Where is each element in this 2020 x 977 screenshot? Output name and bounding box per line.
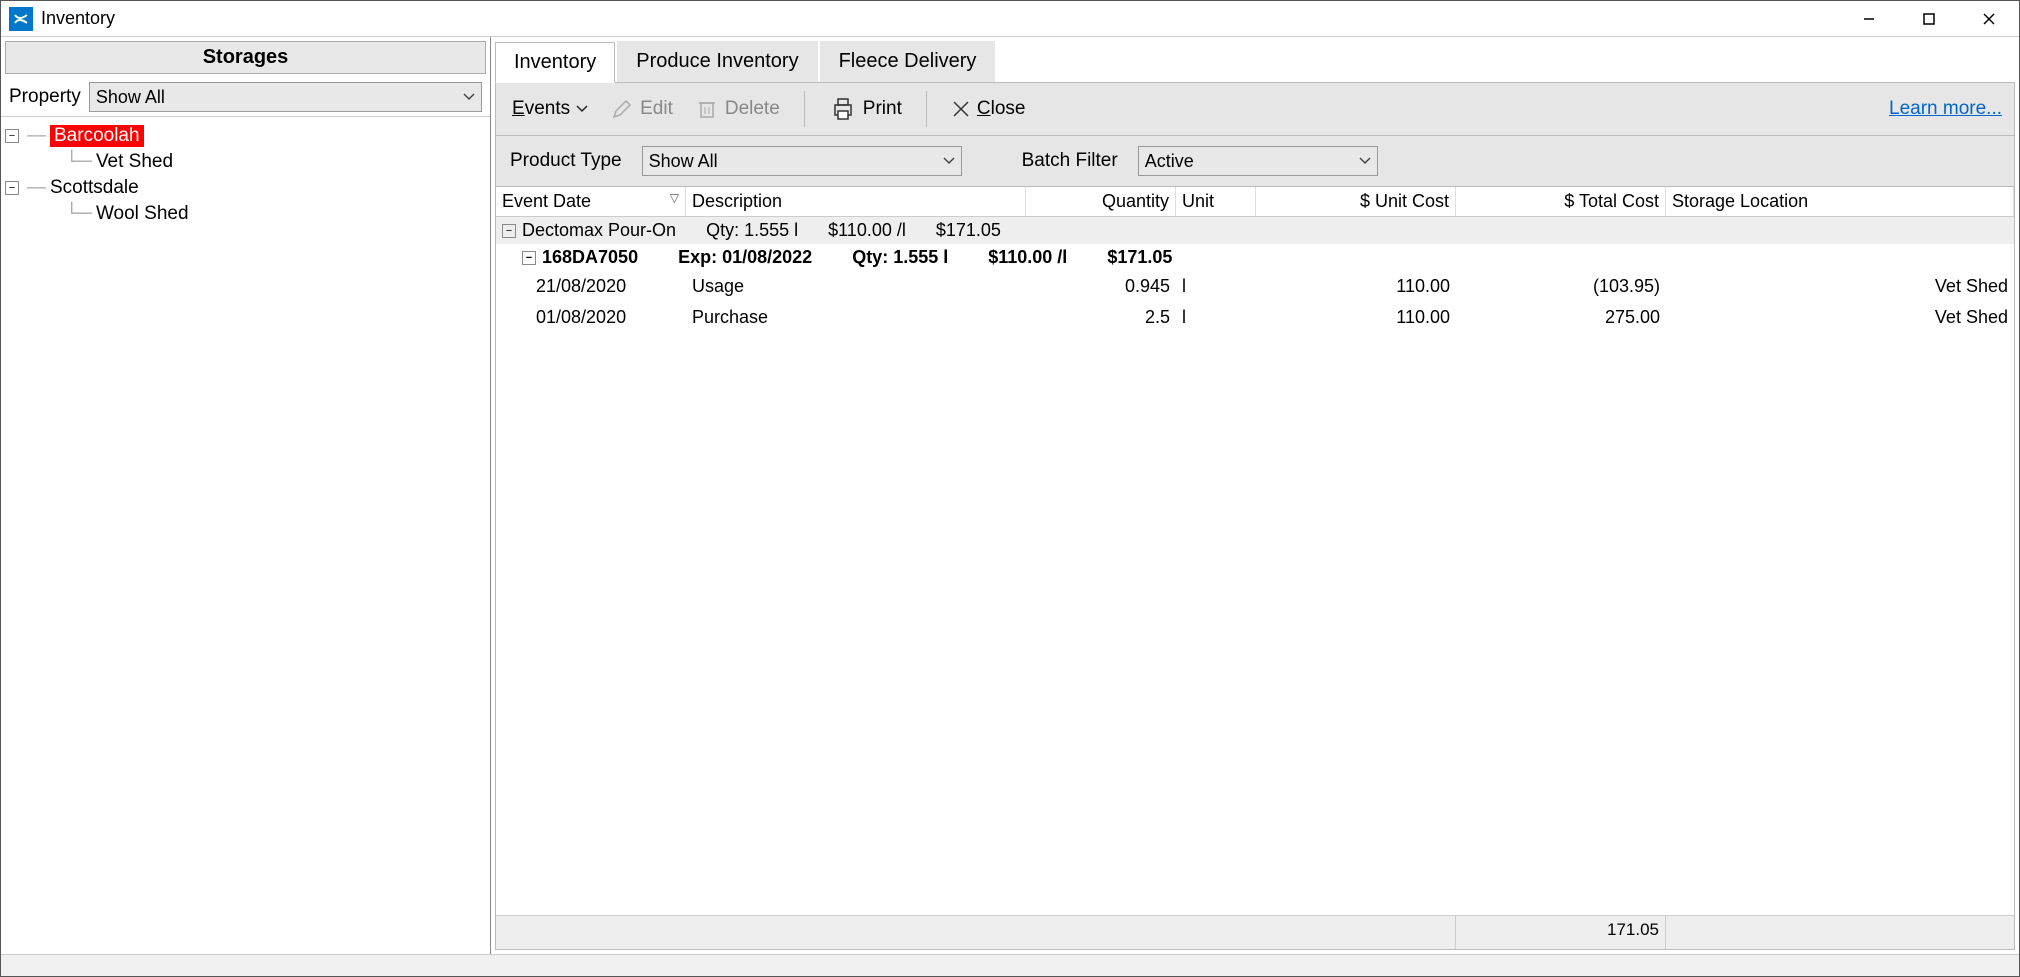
cell-unit: l: [1176, 274, 1256, 299]
chevron-down-icon: [1339, 157, 1371, 165]
printer-icon: [829, 95, 857, 123]
grid-body[interactable]: − Dectomax Pour-On Qty: 1.555 l $110.00 …: [496, 217, 2014, 915]
grid-footer: 171.05: [496, 915, 2014, 949]
events-menu-button[interactable]: Events: [508, 96, 592, 122]
tree-node-wool-shed[interactable]: └─ Wool Shed: [5, 201, 486, 227]
tab-fleece-delivery[interactable]: Fleece Delivery: [820, 41, 996, 82]
table-row[interactable]: 01/08/2020 Purchase 2.5 l 110.00 275.00 …: [496, 302, 2014, 333]
product-total: $171.05: [936, 220, 1001, 241]
tree-collapse-icon[interactable]: −: [5, 129, 19, 143]
delete-button[interactable]: Delete: [691, 95, 784, 123]
batch-qty: Qty: 1.555 l: [852, 247, 948, 268]
storages-tree[interactable]: − — Barcoolah └─ Vet Shed − — Scottsdale…: [1, 116, 490, 954]
window-title: Inventory: [41, 8, 115, 29]
collapse-icon[interactable]: −: [502, 224, 516, 238]
col-unit-cost[interactable]: $ Unit Cost: [1256, 187, 1456, 216]
chevron-down-icon: [576, 105, 588, 113]
minimize-button[interactable]: [1839, 1, 1899, 37]
col-quantity[interactable]: Quantity: [1026, 187, 1176, 216]
title-bar: Inventory: [1, 1, 2019, 37]
batch-code: 168DA7050: [542, 247, 638, 268]
main-panel: Inventory Produce Inventory Fleece Deliv…: [491, 37, 2019, 954]
cell-storage: Vet Shed: [1666, 274, 2014, 299]
cell-desc: Usage: [686, 274, 1026, 299]
cell-total-cost: 275.00: [1456, 305, 1666, 330]
cell-total-cost: (103.95): [1456, 274, 1666, 299]
cell-date: 01/08/2020: [496, 305, 686, 330]
footer-total: 171.05: [1456, 916, 1666, 949]
delete-label: Delete: [725, 98, 780, 120]
app-icon: [9, 7, 33, 31]
chevron-down-icon: [443, 93, 475, 101]
batch-unit-cost: $110.00 /l: [988, 247, 1067, 268]
tree-label: Wool Shed: [96, 203, 189, 225]
property-label: Property: [9, 86, 81, 108]
product-type-value: Show All: [649, 151, 718, 172]
sort-desc-icon: ▽: [670, 191, 679, 205]
cell-desc: Purchase: [686, 305, 1026, 330]
cell-storage: Vet Shed: [1666, 305, 2014, 330]
print-button[interactable]: Print: [825, 93, 906, 125]
property-value: Show All: [96, 87, 165, 108]
close-button[interactable]: [1959, 1, 2019, 37]
close-panel-button[interactable]: Close: [947, 96, 1030, 122]
collapse-icon[interactable]: −: [522, 251, 536, 265]
col-storage-location[interactable]: Storage Location: [1666, 187, 2014, 216]
tree-label: Barcoolah: [50, 125, 144, 147]
tree-node-barcoolah[interactable]: − — Barcoolah: [5, 123, 486, 149]
toolbar: Events Edit Delete: [495, 83, 2015, 136]
cell-unit-cost: 110.00: [1256, 305, 1456, 330]
product-group-row[interactable]: − Dectomax Pour-On Qty: 1.555 l $110.00 …: [496, 217, 2014, 244]
col-total-cost[interactable]: $ Total Cost: [1456, 187, 1666, 216]
inventory-window: Inventory Storages Property Show All: [0, 0, 2020, 977]
filter-row: Product Type Show All Batch Filter Activ…: [495, 136, 2015, 187]
edit-button[interactable]: Edit: [606, 95, 677, 123]
pencil-icon: [610, 97, 634, 121]
product-unit-cost: $110.00 /l: [828, 220, 906, 241]
cell-qty: 0.945: [1026, 274, 1176, 299]
batch-filter-label: Batch Filter: [1022, 150, 1118, 172]
grid-header: Event Date ▽ Description Quantity Unit $…: [496, 187, 2014, 217]
cell-date: 21/08/2020: [496, 274, 686, 299]
batch-filter-value: Active: [1145, 151, 1194, 172]
edit-label: Edit: [640, 98, 673, 120]
product-type-label: Product Type: [510, 150, 622, 172]
batch-total: $171.05: [1107, 247, 1172, 268]
batch-filter-dropdown[interactable]: Active: [1138, 146, 1378, 176]
product-name: Dectomax Pour-On: [522, 220, 676, 241]
tree-collapse-icon[interactable]: −: [5, 181, 19, 195]
close-icon: [951, 99, 971, 119]
property-dropdown[interactable]: Show All: [89, 82, 482, 112]
col-unit[interactable]: Unit: [1176, 187, 1256, 216]
tree-node-scottsdale[interactable]: − — Scottsdale: [5, 175, 486, 201]
status-bar: [1, 954, 2019, 976]
storages-sidebar: Storages Property Show All − — Barcoolah: [1, 37, 491, 954]
sidebar-header: Storages: [5, 41, 486, 74]
cell-qty: 2.5: [1026, 305, 1176, 330]
maximize-button[interactable]: [1899, 1, 1959, 37]
trash-icon: [695, 97, 719, 121]
product-type-dropdown[interactable]: Show All: [642, 146, 962, 176]
batch-exp: Exp: 01/08/2022: [678, 247, 812, 268]
cell-unit: l: [1176, 305, 1256, 330]
col-event-date[interactable]: Event Date ▽: [496, 187, 686, 216]
batch-row[interactable]: − 168DA7050 Exp: 01/08/2022 Qty: 1.555 l…: [496, 244, 2014, 271]
chevron-down-icon: [923, 157, 955, 165]
tree-label: Scottsdale: [50, 177, 139, 199]
product-qty: Qty: 1.555 l: [706, 220, 798, 241]
tabs: Inventory Produce Inventory Fleece Deliv…: [495, 41, 2015, 83]
tab-inventory[interactable]: Inventory: [495, 42, 615, 83]
tree-node-vet-shed[interactable]: └─ Vet Shed: [5, 149, 486, 175]
inventory-grid: Event Date ▽ Description Quantity Unit $…: [495, 187, 2015, 950]
print-label: Print: [863, 98, 902, 120]
col-description[interactable]: Description: [686, 187, 1026, 216]
learn-more-link[interactable]: Learn more...: [1889, 98, 2002, 120]
cell-unit-cost: 110.00: [1256, 274, 1456, 299]
table-row[interactable]: 21/08/2020 Usage 0.945 l 110.00 (103.95)…: [496, 271, 2014, 302]
tree-label: Vet Shed: [96, 151, 173, 173]
tab-produce-inventory[interactable]: Produce Inventory: [617, 41, 817, 82]
